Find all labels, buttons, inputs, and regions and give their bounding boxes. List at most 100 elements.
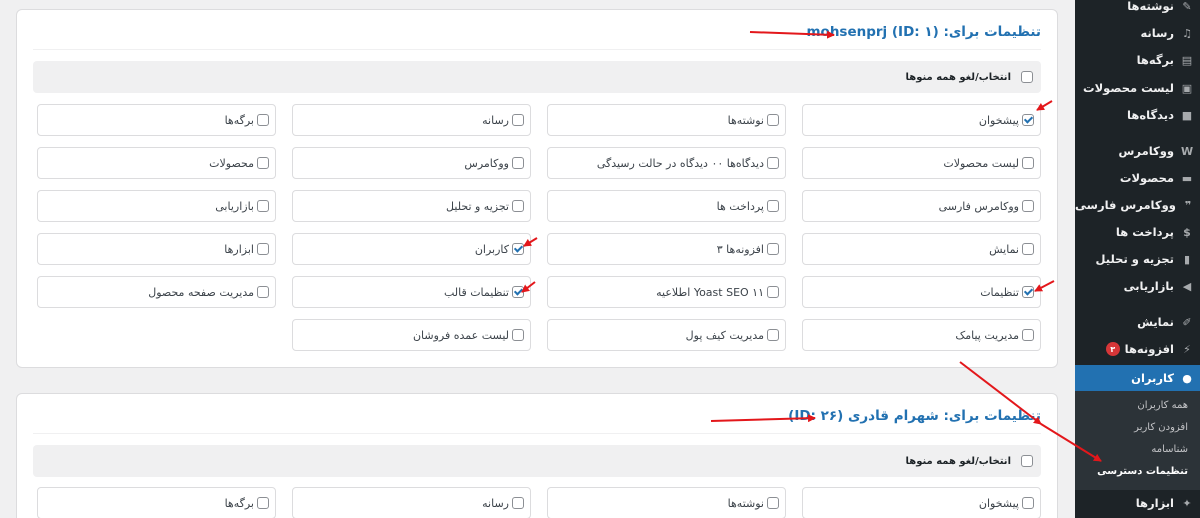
option-checkbox[interactable]: [512, 200, 524, 212]
sidebar-item[interactable]: $ پرداخت ها: [1075, 219, 1200, 245]
select-all-checkbox[interactable]: [1021, 71, 1033, 83]
submenu-item[interactable]: تنظیمات دسترسی: [1097, 466, 1188, 477]
menu-option[interactable]: لیست محصولات: [802, 147, 1041, 179]
option-checkbox[interactable]: [257, 157, 269, 169]
sidebar-item[interactable]: ❞ ووکامرس فارسی: [1075, 192, 1200, 218]
sidebar-item[interactable]: ✎ نوشته‌ها: [1075, 0, 1200, 19]
option-checkbox[interactable]: [512, 243, 524, 255]
sidebar-item[interactable]: ♫ رسانه: [1075, 20, 1200, 46]
sidebar-item-label: محصولات: [1119, 171, 1174, 185]
option-checkbox[interactable]: [257, 200, 269, 212]
option-checkbox[interactable]: [1022, 114, 1034, 126]
admin-sidebar: همه کاربران افزودن کاربر شناسامه تنظیمات دس…: [1069, 0, 1200, 518]
sidebar-item[interactable]: ■ دیدگاه‌ها: [1075, 102, 1200, 128]
chart-icon: ▮: [1183, 252, 1191, 266]
option-checkbox[interactable]: [767, 243, 779, 255]
menu-option[interactable]: برگه‌ها: [37, 104, 276, 136]
menu-option[interactable]: ابزارها: [37, 233, 276, 265]
option-checkbox[interactable]: [257, 497, 269, 509]
sidebar-item-label: افزونه‌ها: [1124, 342, 1174, 356]
sidebar-item-label: لیست محصولات: [1083, 81, 1174, 95]
menu-option[interactable]: پیشخوان: [802, 487, 1041, 518]
menu-option[interactable]: ووکامرس فارسی: [802, 190, 1041, 222]
sidebar-item[interactable]: W ووکامرس: [1075, 138, 1200, 164]
menu-option[interactable]: مدیریت صفحه محصول: [37, 276, 276, 308]
menu-option[interactable]: کاربران: [292, 233, 531, 265]
option-checkbox[interactable]: [767, 200, 779, 212]
sidebar-item[interactable]: ◀ بازاریابی: [1075, 273, 1200, 299]
option-checkbox[interactable]: [1022, 286, 1034, 298]
option-checkbox[interactable]: [1022, 329, 1034, 341]
select-all-checkbox[interactable]: [1021, 455, 1033, 467]
menu-option[interactable]: رسانه: [292, 104, 531, 136]
sidebar-item-label: بازاریابی: [1123, 279, 1174, 293]
option-checkbox[interactable]: [257, 114, 269, 126]
option-checkbox[interactable]: [767, 114, 779, 126]
select-all-row[interactable]: انتخاب/لغو همه منوها: [33, 445, 1041, 477]
page-icon: ▤: [1181, 53, 1193, 67]
menu-option[interactable]: نمایش: [802, 233, 1041, 265]
sidebar-item[interactable]: ▮ تجزیه و تحلیل: [1075, 246, 1200, 272]
option-label: لیست محصولات: [943, 156, 1019, 170]
sidebar-item-label: دیدگاه‌ها: [1127, 108, 1174, 122]
option-label: لیست عمده فروشان: [412, 328, 509, 342]
option-checkbox[interactable]: [1022, 157, 1034, 169]
submenu-item[interactable]: افزودن کاربر: [1134, 422, 1188, 433]
menu-option[interactable]: نوشته‌ها: [547, 104, 786, 136]
menu-option[interactable]: مدیریت کیف پول: [547, 319, 786, 351]
user-icon: ●: [1182, 371, 1192, 385]
menu-option[interactable]: نوشته‌ها: [547, 487, 786, 518]
option-label: ووکامرس فارسی: [938, 199, 1019, 213]
menu-option[interactable]: تنظیمات: [802, 276, 1041, 308]
wrench-icon: ✦: [1182, 496, 1192, 510]
sidebar-item[interactable]: ▤ برگه‌ها: [1075, 47, 1200, 73]
menu-option[interactable]: پیشخوان: [802, 104, 1041, 136]
option-checkbox[interactable]: [512, 114, 524, 126]
media-icon: ♫: [1182, 26, 1192, 40]
menu-option[interactable]: تنظیمات قالب: [292, 276, 531, 308]
option-checkbox[interactable]: [512, 286, 524, 298]
sidebar-item-label: نمایش: [1137, 315, 1174, 329]
sidebar-item[interactable]: ▣ لیست محصولات: [1075, 75, 1200, 101]
menu-option[interactable]: مدیریت پیامک: [802, 319, 1041, 351]
option-checkbox[interactable]: [1022, 497, 1034, 509]
menu-option[interactable]: رسانه: [292, 487, 531, 518]
sidebar-item[interactable]: ● کاربران: [1069, 365, 1200, 391]
menu-option[interactable]: برگه‌ها: [37, 487, 276, 518]
menu-option[interactable]: پرداخت ها: [547, 190, 786, 222]
sidebar-item[interactable]: ▬ محصولات: [1075, 165, 1200, 191]
select-all-row[interactable]: انتخاب/لغو همه منوها: [33, 61, 1041, 93]
option-label: رسانه: [482, 496, 509, 510]
sidebar-item-label: تجزیه و تحلیل: [1095, 252, 1174, 266]
submenu-item[interactable]: شناسامه: [1151, 444, 1188, 455]
archive-icon: ▬: [1181, 171, 1193, 185]
option-checkbox[interactable]: [767, 329, 779, 341]
option-checkbox[interactable]: [257, 286, 269, 298]
option-checkbox[interactable]: [512, 497, 524, 509]
submenu-item[interactable]: همه کاربران: [1137, 400, 1188, 411]
menu-option[interactable]: لیست عمده فروشان: [292, 319, 531, 351]
menu-option[interactable]: محصولات: [37, 147, 276, 179]
option-label: مدیریت پیامک: [955, 328, 1019, 342]
sidebar-item[interactable]: ✦ ابزارها: [1075, 490, 1200, 516]
option-label: تنظیمات: [980, 285, 1019, 299]
megaphone-icon: ◀: [1182, 279, 1192, 293]
menu-option[interactable]: دیدگاه‌ها ۰۰ دیدگاه در حالت رسیدگی: [547, 147, 786, 179]
sidebar-item[interactable]: ⚡ افزونه‌ها ۳: [1075, 336, 1200, 362]
option-checkbox[interactable]: [257, 243, 269, 255]
sidebar-item[interactable]: ✐ نمایش: [1075, 309, 1200, 335]
option-checkbox[interactable]: [767, 286, 779, 298]
option-checkbox[interactable]: [1022, 243, 1034, 255]
panel-title: تنظیمات برای: شهرام قادری (ID: ۲۶): [788, 408, 1041, 424]
option-checkbox[interactable]: [767, 157, 779, 169]
option-checkbox[interactable]: [767, 497, 779, 509]
select-all-label: انتخاب/لغو همه منوها: [905, 71, 1012, 83]
option-checkbox[interactable]: [512, 329, 524, 341]
menu-option[interactable]: تجزیه و تحلیل: [292, 190, 531, 222]
menu-option[interactable]: ووکامرس: [292, 147, 531, 179]
menu-option[interactable]: بازاریابی: [37, 190, 276, 222]
option-checkbox[interactable]: [1022, 200, 1034, 212]
option-checkbox[interactable]: [512, 157, 524, 169]
menu-option[interactable]: Yoast SEO ۱۱ اطلاعیه: [547, 276, 786, 308]
menu-option[interactable]: افزونه‌ها ۳: [547, 233, 786, 265]
